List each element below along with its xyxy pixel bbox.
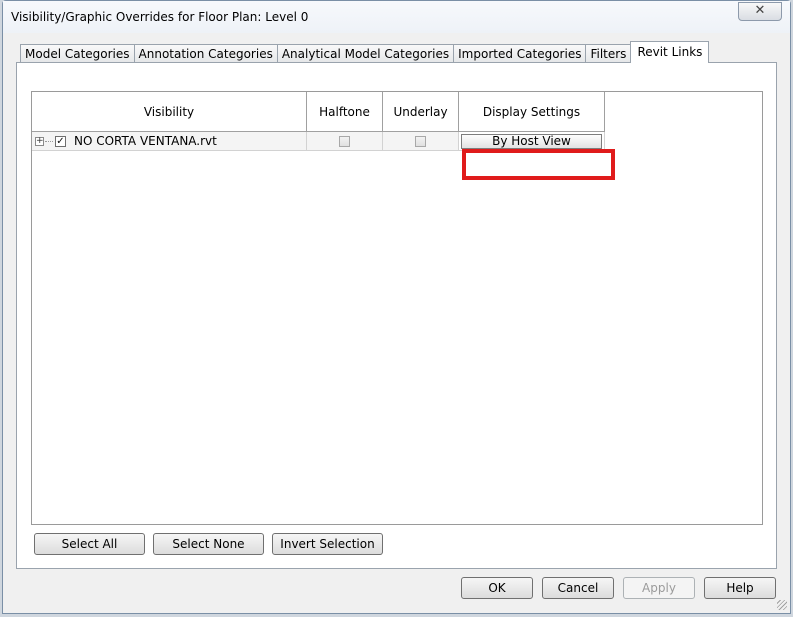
display-settings-button[interactable]: By Host View — [461, 133, 602, 149]
cancel-button[interactable]: Cancel — [542, 577, 614, 599]
ok-button[interactable]: OK — [461, 577, 533, 599]
resize-grip-icon[interactable] — [777, 600, 787, 610]
tab-analytical-model-categories[interactable]: Analytical Model Categories — [276, 44, 455, 63]
tab-revit-links[interactable]: Revit Links — [630, 41, 710, 63]
halftone-checkbox[interactable] — [339, 135, 350, 147]
dialog-title: Visibility/Graphic Overrides for Floor P… — [11, 10, 309, 24]
column-header-halftone[interactable]: Halftone — [307, 92, 383, 132]
apply-button[interactable]: Apply — [623, 577, 695, 599]
table-row[interactable]: + ✓ NO CORTA VENTANA.rvt By Host View — [32, 132, 605, 151]
visibility-checkbox[interactable]: ✓ — [55, 135, 66, 147]
column-header-display-settings[interactable]: Display Settings — [459, 92, 605, 132]
column-header-visibility[interactable]: Visibility — [32, 92, 307, 132]
close-button[interactable]: ✕ — [738, 2, 782, 21]
links-table: Visibility Halftone Underlay Display Set… — [31, 91, 763, 525]
dialog-window: Visibility/Graphic Overrides for Floor P… — [2, 0, 791, 614]
expand-icon[interactable]: + — [35, 136, 44, 146]
close-icon: ✕ — [754, 3, 766, 18]
column-header-underlay[interactable]: Underlay — [383, 92, 459, 132]
tab-filters[interactable]: Filters — [585, 44, 632, 63]
table-header: Visibility Halftone Underlay Display Set… — [32, 92, 605, 132]
invert-selection-button[interactable]: Invert Selection — [272, 533, 383, 555]
underlay-cell — [383, 132, 459, 151]
tab-imported-categories[interactable]: Imported Categories — [453, 44, 587, 63]
halftone-cell — [307, 132, 383, 151]
title-bar: Visibility/Graphic Overrides for Floor P… — [3, 1, 790, 33]
visibility-cell: + ✓ NO CORTA VENTANA.rvt — [32, 132, 307, 151]
select-none-button[interactable]: Select None — [153, 533, 264, 555]
tree-connector — [45, 140, 53, 142]
underlay-checkbox[interactable] — [415, 135, 426, 147]
tab-strip: Model Categories Annotation Categories A… — [20, 41, 710, 63]
tab-model-categories[interactable]: Model Categories — [20, 44, 135, 63]
help-button[interactable]: Help — [704, 577, 776, 599]
revit-links-panel: Visibility Halftone Underlay Display Set… — [16, 62, 777, 569]
link-name: NO CORTA VENTANA.rvt — [74, 134, 217, 148]
tab-annotation-categories[interactable]: Annotation Categories — [133, 44, 278, 63]
dialog-client: Model Categories Annotation Categories A… — [16, 39, 779, 570]
select-all-button[interactable]: Select All — [34, 533, 145, 555]
display-settings-cell: By Host View — [459, 132, 605, 151]
